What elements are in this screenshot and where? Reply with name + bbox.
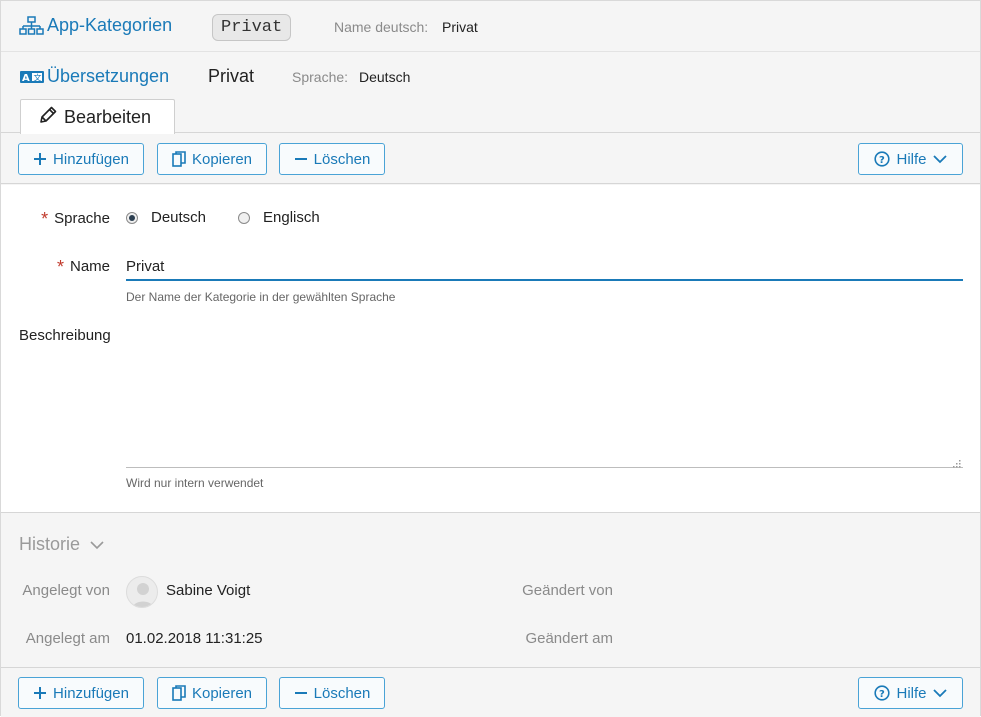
description-field-label: Beschreibung [19, 327, 111, 344]
radio-deutsch-dot[interactable] [126, 211, 138, 224]
app-categories-label: App-Kategorien [47, 15, 173, 35]
toolbar-bottom: Hinzufügen Kopieren Löschen ? Hilfe [1, 667, 980, 717]
translate-icon: A 文 [19, 68, 45, 86]
resize-grip-icon[interactable] [951, 455, 961, 468]
chevron-down-icon [90, 534, 104, 555]
radio-englisch-label: Englisch [263, 209, 320, 226]
copy-icon [172, 685, 186, 701]
help-button-label: Hilfe [896, 684, 927, 702]
radio-deutsch-label: Deutsch [151, 209, 207, 226]
sitemap-icon [19, 15, 45, 36]
copy-button[interactable]: Kopieren [157, 143, 267, 175]
created-by-label: Angelegt von [22, 582, 110, 599]
minus-icon [294, 686, 308, 700]
plus-icon [33, 686, 47, 700]
avatar [126, 576, 158, 608]
svg-text:文: 文 [34, 72, 42, 82]
user-silhouette-icon [132, 583, 154, 607]
translations-header: A 文 Übersetzungen Privat Sprache: Deutsc… [1, 53, 980, 134]
minus-icon [294, 152, 308, 166]
delete-button-label: Löschen [313, 150, 371, 168]
required-mark: * [41, 209, 49, 229]
history-section: Historie Angelegt von Sabine Voigt Geänd… [1, 514, 980, 666]
copy-icon [172, 151, 186, 167]
help-circle-icon: ? [874, 151, 891, 167]
copy-button-label: Kopieren [191, 684, 253, 702]
add-button[interactable]: Hinzufügen [18, 677, 144, 709]
history-toggle[interactable]: Historie [19, 534, 104, 555]
add-button-label: Hinzufügen [53, 684, 129, 702]
help-circle-icon: ? [874, 685, 891, 701]
description-field[interactable] [126, 331, 963, 468]
pencil-icon [38, 105, 58, 130]
translation-title: Privat [208, 66, 255, 86]
copy-button[interactable]: Kopieren [157, 677, 267, 709]
history-title: Historie [19, 534, 81, 554]
toolbar-top: Hinzufügen Kopieren Löschen ? Hilfe [1, 134, 980, 184]
app-categories-link[interactable]: App-Kategorien [19, 15, 172, 36]
help-button-label: Hilfe [896, 150, 927, 168]
delete-button[interactable]: Löschen [279, 677, 385, 709]
record-pill: Privat [212, 14, 292, 41]
plus-icon [33, 152, 47, 166]
radio-englisch-dot[interactable] [238, 211, 250, 224]
name-label-text: Name [69, 258, 110, 275]
svg-text:?: ? [879, 689, 885, 700]
chevron-down-icon [932, 688, 947, 698]
app-frame: App-Kategorien Privat Name deutsch: Priv… [0, 0, 981, 717]
name-de-label: Name deutsch: [334, 19, 429, 35]
created-by-value: Sabine Voigt [166, 582, 251, 599]
copy-button-label: Kopieren [191, 150, 253, 168]
tab-edit[interactable]: Bearbeiten [20, 99, 175, 134]
help-button[interactable]: ? Hilfe [858, 143, 963, 175]
name-field[interactable] [126, 253, 963, 281]
description-hint: Wird nur intern verwendet [126, 476, 264, 490]
translations-label: Übersetzungen [47, 66, 170, 86]
language-meta-label: Sprache: [292, 69, 349, 85]
record-header: App-Kategorien Privat Name deutsch: Priv… [1, 1, 980, 52]
language-field-label: * Sprache [21, 207, 110, 229]
edit-form: * Sprache Deutsch Englisch * Name Der Name… [1, 185, 980, 513]
created-at-label: Angelegt am [25, 630, 110, 647]
language-meta-value: Deutsch [359, 69, 411, 85]
created-at-value: 01.02.2018 11:31:25 [126, 630, 263, 647]
delete-button[interactable]: Löschen [279, 143, 385, 175]
name-field-label: * Name [21, 255, 110, 277]
changed-at-label: Geändert am [525, 630, 613, 647]
name-hint: Der Name der Kategorie in der gewählten … [126, 290, 396, 304]
changed-by-label: Geändert von [522, 582, 613, 599]
name-de-value: Privat [442, 19, 478, 35]
required-mark: * [56, 257, 64, 277]
radio-englisch[interactable]: Englisch [238, 209, 320, 226]
add-button[interactable]: Hinzufügen [18, 143, 144, 175]
add-button-label: Hinzufügen [53, 150, 129, 168]
chevron-down-icon [932, 154, 947, 164]
translations-link[interactable]: A 文 Übersetzungen [19, 66, 169, 87]
delete-button-label: Löschen [313, 684, 371, 702]
help-button[interactable]: ? Hilfe [858, 677, 963, 709]
svg-text:A: A [22, 73, 30, 84]
svg-text:?: ? [879, 155, 885, 166]
radio-deutsch[interactable]: Deutsch [126, 209, 206, 226]
language-label-text: Sprache [54, 210, 110, 227]
tab-edit-label: Bearbeiten [64, 106, 152, 127]
